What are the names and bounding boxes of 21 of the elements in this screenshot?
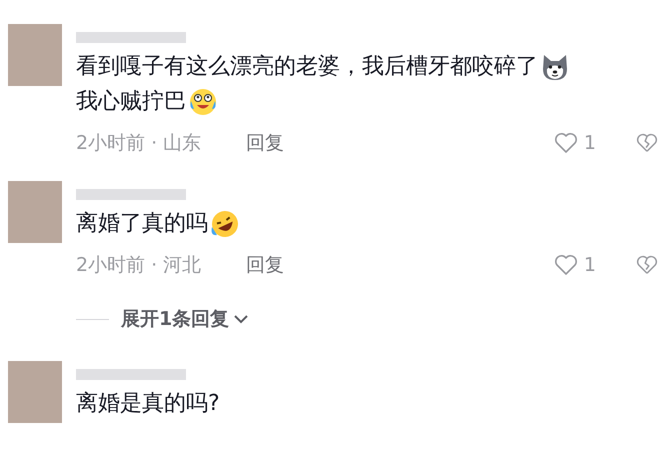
comment-text: 离婚了真的吗: [76, 210, 208, 238]
comment-time-location: 2小时前 · 山东: [76, 131, 202, 156]
like-count: 1: [584, 132, 596, 154]
avatar-placeholder: [8, 361, 62, 423]
heart-icon[interactable]: [554, 132, 578, 154]
comment-text: 离婚是真的吗?: [76, 390, 220, 418]
avatar-placeholder: [8, 24, 62, 86]
reply-button[interactable]: 回复: [246, 130, 284, 156]
expand-replies-link[interactable]: 展开1条回复: [121, 306, 250, 332]
like-count: 1: [584, 254, 596, 276]
crying-laugh-emoji-icon: [188, 86, 218, 116]
comment-text: 我心贼拧巴: [76, 88, 186, 116]
avatar-placeholder: [8, 181, 62, 243]
chevron-down-icon: [233, 314, 250, 324]
broken-heart-icon[interactable]: [636, 132, 658, 154]
comment-time-location: 2小时前 · 河北: [76, 253, 202, 278]
rolling-laugh-emoji-icon: [210, 208, 240, 238]
reply-button[interactable]: 回复: [246, 252, 284, 278]
broken-heart-icon[interactable]: [636, 254, 658, 276]
comment-text: 看到嘎子有这么漂亮的老婆，我后槽牙都咬碎了: [76, 53, 538, 81]
heart-icon[interactable]: [554, 254, 578, 276]
